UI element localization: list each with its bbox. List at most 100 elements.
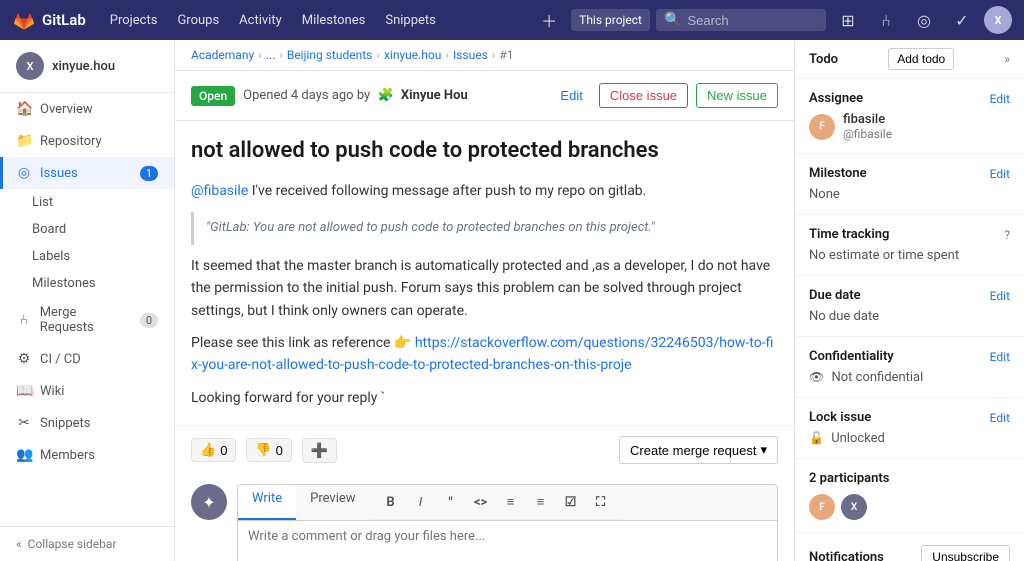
thumbsup-icon: 👍 <box>200 442 216 458</box>
checklist-tool[interactable]: ☑ <box>558 489 584 515</box>
assignee-name: fibasile <box>843 112 892 127</box>
nav-snippets[interactable]: Snippets <box>377 9 444 32</box>
issues-nav-icon: ◎ <box>16 165 32 181</box>
collapse-label: Collapse sidebar <box>28 537 117 551</box>
issue-desc-line2: It seemed that the master branch is auto… <box>191 255 778 322</box>
sidebar-user: X xinyue.hou <box>0 40 174 93</box>
sidebar-snippets-label: Snippets <box>40 416 91 431</box>
assignee-edit-button[interactable]: Edit <box>990 92 1010 106</box>
confidentiality-label: Confidentiality <box>809 349 894 364</box>
assignee-handle: @fibasile <box>843 127 892 141</box>
issue-desc-text3: Please see this link as reference 👉 <box>191 335 411 351</box>
notifications-label: Notifications <box>809 550 884 561</box>
participants-section: 2 participants F X <box>795 459 1024 533</box>
thumbsup-button[interactable]: 👍 0 <box>191 438 236 462</box>
sidebar-board-label: Board <box>32 222 66 237</box>
quote-tool[interactable]: " <box>438 489 464 515</box>
issue-title: not allowed to push code to protected br… <box>191 137 778 166</box>
time-tracking-help-icon[interactable]: ? <box>1004 228 1010 242</box>
breadcrumb-beijing[interactable]: Beijing students <box>287 48 373 62</box>
sidebar-item-repository[interactable]: 📁 Repository <box>0 125 174 157</box>
mr-badge: 0 <box>140 313 158 328</box>
breadcrumb-issue-number: #1 <box>499 48 513 62</box>
ol-tool[interactable]: ≡ <box>528 489 554 515</box>
commenter-avatar: ✦ <box>191 484 227 520</box>
tab-write[interactable]: Write <box>238 485 296 520</box>
reactions-bar: 👍 0 👎 0 ➕ Create merge request ▾ <box>175 425 794 474</box>
breadcrumb-xinyue[interactable]: xinyue.hou <box>384 48 441 62</box>
layout-icon[interactable]: ⊞ <box>832 4 864 36</box>
sidebar-item-snippets[interactable]: ✂ Snippets <box>0 407 174 439</box>
todo-icon[interactable]: ✓ <box>946 4 978 36</box>
thumbsdown-button[interactable]: 👎 0 <box>246 438 291 462</box>
collapse-sidebar-button[interactable]: « Collapse sidebar <box>0 526 174 561</box>
search-bar[interactable]: 🔍 <box>656 9 826 31</box>
navbar-right: ＋ This project 🔍 ⊞ ⑃ ◎ ✓ X <box>533 4 1012 36</box>
fullscreen-tool[interactable]: ⛶ <box>588 489 614 515</box>
create-merge-request-button[interactable]: Create merge request ▾ <box>619 436 778 464</box>
due-date-edit-button[interactable]: Edit <box>990 289 1010 303</box>
code-tool[interactable]: <> <box>468 489 494 515</box>
assignee-header: Assignee Edit <box>809 91 1010 106</box>
sidebar-item-overview[interactable]: 🏠 Overview <box>0 93 174 125</box>
sidebar-sub-labels[interactable]: Labels <box>0 243 174 270</box>
breadcrumb-issues[interactable]: Issues <box>453 48 488 62</box>
breadcrumb: Academany › ... › Beijing students › xin… <box>175 40 794 71</box>
plus-icon[interactable]: ＋ <box>533 4 565 36</box>
italic-tool[interactable]: I <box>408 489 434 515</box>
new-issue-button[interactable]: New issue <box>696 83 778 108</box>
merge-icon[interactable]: ⑃ <box>870 4 902 36</box>
user-avatar[interactable]: X <box>984 6 1012 34</box>
confidentiality-value: 👁 Not confidential <box>809 370 1010 385</box>
issue-mention[interactable]: @fibasile <box>191 183 248 199</box>
sidebar-item-wiki[interactable]: 📖 Wiki <box>0 375 174 407</box>
sidebar-sub-milestones[interactable]: Milestones <box>0 270 174 297</box>
confidentiality-edit-button[interactable]: Edit <box>990 350 1010 364</box>
sidebar-repository-label: Repository <box>40 134 102 149</box>
close-issue-button[interactable]: Close issue <box>599 83 688 108</box>
create-mr-label: Create merge request <box>630 443 756 458</box>
breadcrumb-dots[interactable]: ... <box>266 48 276 62</box>
sidebar-item-members[interactable]: 👥 Members <box>0 439 174 471</box>
comment-textarea[interactable] <box>238 521 777 561</box>
editor-toolbar: B I " <> ≡ ≡ ☑ ⛶ <box>370 485 622 520</box>
sidebar-sub-list[interactable]: List <box>0 189 174 216</box>
lock-icon: 🔓 <box>809 431 824 445</box>
unsubscribe-button[interactable]: Unsubscribe <box>921 545 1010 561</box>
ul-tool[interactable]: ≡ <box>498 489 524 515</box>
lock-issue-header: Lock issue Edit <box>809 410 1010 425</box>
sidebar-wiki-label: Wiki <box>40 384 64 399</box>
tab-preview[interactable]: Preview <box>296 485 369 520</box>
this-project-badge[interactable]: This project <box>571 9 650 31</box>
confidentiality-section: Confidentiality Edit 👁 Not confidential <box>795 337 1024 398</box>
add-todo-button[interactable]: Add todo <box>888 48 954 70</box>
nav-projects[interactable]: Projects <box>102 9 166 32</box>
issues-icon[interactable]: ◎ <box>908 4 940 36</box>
edit-button[interactable]: Edit <box>552 84 590 107</box>
sidebar-sub-board[interactable]: Board <box>0 216 174 243</box>
due-date-header: Due date Edit <box>809 288 1010 303</box>
gitlab-icon <box>12 8 36 32</box>
add-reaction-button[interactable]: ➕ <box>302 438 337 463</box>
sidebar-item-merge-requests[interactable]: ⑃ Merge Requests 0 <box>0 297 174 343</box>
bold-tool[interactable]: B <box>378 489 404 515</box>
brand-logo[interactable]: GitLab <box>12 8 86 32</box>
breadcrumb-sep2: › <box>279 48 283 62</box>
repository-icon: 📁 <box>16 133 32 149</box>
todo-section: Todo Add todo » <box>795 40 1024 79</box>
nav-activity[interactable]: Activity <box>231 9 290 32</box>
nav-groups[interactable]: Groups <box>169 9 227 32</box>
status-badge: Open <box>191 86 235 106</box>
sidebar-mr-label: Merge Requests <box>40 305 132 335</box>
sidebar-item-cicd[interactable]: ⚙ CI / CD <box>0 343 174 375</box>
nav-milestones[interactable]: Milestones <box>294 9 374 32</box>
sidebar-item-issues[interactable]: ◎ Issues 1 <box>0 157 174 189</box>
milestone-edit-button[interactable]: Edit <box>990 167 1010 181</box>
sidebar-username: xinyue.hou <box>52 59 115 74</box>
search-input[interactable] <box>687 13 818 28</box>
sidebar-overview-label: Overview <box>40 102 93 117</box>
lock-issue-edit-button[interactable]: Edit <box>990 411 1010 425</box>
sidebar-user-avatar: X <box>16 52 44 80</box>
breadcrumb-academany[interactable]: Academany <box>191 48 254 62</box>
todo-expand-icon[interactable]: » <box>1004 52 1010 66</box>
